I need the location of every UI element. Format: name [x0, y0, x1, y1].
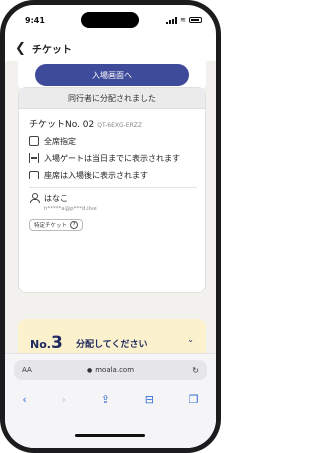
- ticket-number: チケットNo. 02 QT-6EXG-ERZZ: [29, 117, 205, 130]
- home-indicator: [75, 434, 145, 437]
- url-bar[interactable]: AA ● moala.com ↻: [14, 360, 207, 380]
- gate-icon: [29, 153, 39, 163]
- battery-icon: [189, 17, 202, 23]
- user-row: はなこ h*****a@p***d.live: [29, 193, 197, 212]
- ticket-card-header: 同行者に分配されました: [19, 88, 205, 109]
- ticket-label: チケットNo. 02: [29, 120, 95, 130]
- lock-icon: ●: [86, 366, 93, 374]
- nav-bar: ❮ チケット: [5, 35, 216, 61]
- screen: 9:41 ≋ ❮ チケット 入場画面へ 同行者に分配されました チケットNo. …: [5, 5, 216, 448]
- status-bar: 9:41 ≋: [5, 5, 216, 31]
- dynamic-island: [81, 12, 139, 28]
- no-value: 3: [50, 333, 63, 353]
- chair-icon: [29, 171, 39, 179]
- status-icons: ≋: [166, 16, 202, 24]
- chevron-down-icon[interactable]: ⌄: [187, 335, 194, 344]
- ticket-code: QT-6EXG-ERZZ: [97, 122, 142, 129]
- bookmarks-icon[interactable]: ⊟: [145, 393, 154, 406]
- back-icon[interactable]: ‹: [22, 393, 26, 406]
- tabs-icon[interactable]: ❐: [189, 393, 199, 406]
- status-time: 9:41: [25, 16, 45, 25]
- seat-text: 全席指定: [44, 137, 76, 146]
- url-text: moala.com: [95, 366, 135, 374]
- seat-icon: [29, 136, 39, 146]
- browser-bar: AA ● moala.com ↻ ‹ › ⇪ ⊟ ❐: [5, 353, 216, 448]
- chair-text: 座席は入場後に表示されます: [44, 171, 148, 180]
- distribute-number: No.3: [30, 333, 63, 353]
- content: 入場画面へ 同行者に分配されました チケットNo. 02 QT-6EXG-ERZZ…: [5, 61, 216, 393]
- enter-screen-button[interactable]: 入場画面へ: [35, 64, 189, 86]
- signal-icon: [166, 16, 178, 24]
- reload-icon[interactable]: ↻: [192, 366, 199, 375]
- gate-row: 入場ゲートは当日までに表示されます: [29, 153, 197, 164]
- chair-row: 座席は入場後に表示されます: [29, 170, 197, 181]
- share-icon[interactable]: ⇪: [101, 393, 110, 406]
- gate-text: 入場ゲートは当日までに表示されます: [44, 154, 180, 163]
- help-icon[interactable]: ?: [70, 221, 79, 229]
- distribute-text: 分配してください: [76, 340, 148, 350]
- user-name: はなこ: [44, 194, 68, 203]
- specific-ticket-badge[interactable]: 特定チケット ?: [29, 219, 84, 231]
- divider: [29, 187, 197, 188]
- text-size-button[interactable]: AA: [22, 366, 32, 374]
- user-email: h*****a@p***d.live: [44, 206, 97, 212]
- forward-icon[interactable]: ›: [62, 393, 66, 406]
- ticket-card: 同行者に分配されました チケットNo. 02 QT-6EXG-ERZZ 全席指定 …: [18, 87, 206, 293]
- browser-toolbar: ‹ › ⇪ ⊟ ❐: [5, 388, 216, 410]
- wifi-icon: ≋: [180, 16, 186, 24]
- back-chevron-icon[interactable]: ❮: [15, 41, 26, 56]
- phone-frame: 9:41 ≋ ❮ チケット 入場画面へ 同行者に分配されました チケットNo. …: [0, 0, 221, 453]
- seat-row: 全席指定: [29, 136, 197, 147]
- page-title: チケット: [31, 44, 72, 56]
- badge-label: 特定チケット: [34, 223, 68, 229]
- no-prefix: No.: [30, 338, 51, 351]
- user-icon: [29, 193, 40, 203]
